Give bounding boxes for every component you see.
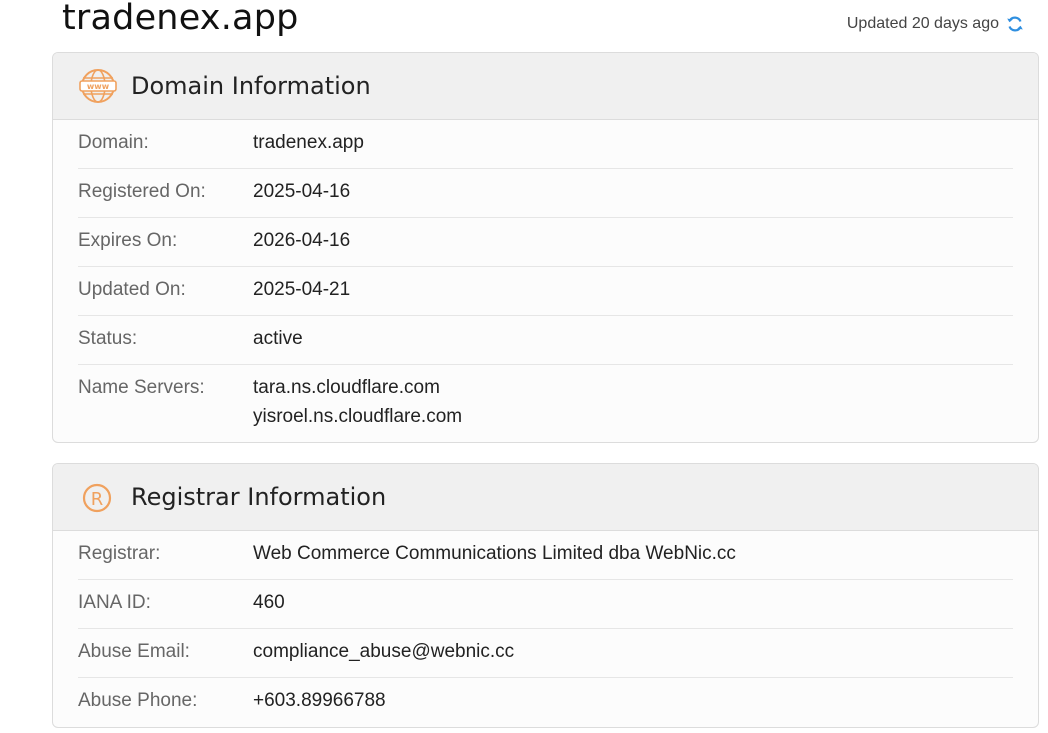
domain-info-row-label: Domain: (78, 132, 149, 153)
domain-info-row-label: Name Servers: (78, 377, 205, 398)
domain-information-header: www Domain Information (53, 53, 1038, 120)
svg-text:www: www (87, 82, 110, 91)
registrar-info-row: IANA ID: 460 (78, 580, 1013, 629)
registrar-info-row: Registrar: Web Commerce Communications Li… (78, 531, 1013, 580)
domain-info-row-label: Status: (78, 328, 138, 349)
domain-info-row: Status: active (78, 316, 1013, 365)
domain-info-row-value-line: 2025-04-16 (253, 181, 351, 202)
registrar-info-row-value: +603.89966788 (253, 686, 386, 715)
domain-info-row-value-line: yisroel.ns.cloudflare.com (253, 406, 463, 427)
domain-info-row-label: Registered On: (78, 181, 206, 202)
svg-text:R: R (91, 489, 104, 510)
domain-info-row: Expires On: 2026-04-16 (78, 218, 1013, 267)
registrar-info-row-label: Registrar: (78, 543, 161, 564)
domain-info-row-value: 2025-04-21 (253, 275, 350, 304)
registrar-info-row-label: Abuse Email: (78, 641, 190, 662)
registrar-info-row-label: Abuse Phone: (78, 690, 198, 711)
registrar-info-row-label: IANA ID: (78, 592, 151, 613)
domain-info-row-value: 2026-04-16 (253, 226, 350, 255)
domain-info-rows: Domain: tradenex.app Registered On: 2025-04… (53, 120, 1038, 442)
registrar-info-row-value-line: 460 (253, 592, 285, 613)
registrar-info-row-value-line: Web Commerce Communications Limited dba … (253, 543, 736, 564)
registrar-info-row-value-line: compliance_abuse@webnic.cc (253, 641, 515, 662)
domain-info-row: Name Servers: tara.ns.cloudflare.com yisro… (78, 365, 1013, 442)
updated-status: Updated 20 days ago (847, 15, 1024, 33)
domain-info-row-value-line: 2025-04-21 (253, 279, 351, 300)
registrar-information-card: R Registrar Information Registrar: Web Co… (52, 463, 1039, 728)
registered-icon: R (79, 478, 117, 516)
registrar-info-row-value: Web Commerce Communications Limited dba … (253, 539, 736, 568)
registrar-info-row-value: 460 (253, 588, 285, 617)
updated-text: Updated 20 days ago (846, 15, 999, 32)
domain-info-row-value-line: 2026-04-16 (253, 230, 351, 251)
domain-info-row-value: tara.ns.cloudflare.com yisroel.ns.cloudfl… (253, 373, 462, 431)
domain-info-row-value: active (253, 324, 303, 353)
domain-info-row: Registered On: 2025-04-16 (78, 169, 1013, 218)
domain-info-row: Updated On: 2025-04-21 (78, 267, 1013, 316)
domain-info-row-value: 2025-04-16 (253, 177, 350, 206)
www-globe-icon: www (79, 67, 117, 105)
registrar-information-header: R Registrar Information (53, 464, 1038, 531)
domain-title: tradenex.app (62, 0, 299, 38)
domain-information-title: Domain Information (131, 72, 371, 100)
registrar-info-row-value-line: +603.89966788 (253, 690, 386, 711)
domain-info-row-value-line: active (253, 328, 303, 349)
registrar-info-row: Abuse Email: compliance_abuse@webnic.cc (78, 629, 1013, 678)
registrar-info-row-value: compliance_abuse@webnic.cc (253, 637, 514, 666)
domain-info-row-value-line: tradenex.app (253, 132, 364, 153)
registrar-info-rows: Registrar: Web Commerce Communications Li… (53, 531, 1038, 727)
domain-info-row-label: Expires On: (78, 230, 178, 251)
domain-info-row-value-line: tara.ns.cloudflare.com (253, 377, 440, 398)
registrar-information-title: Registrar Information (131, 483, 387, 511)
domain-information-card: www Domain Information Domain: tradenex.a… (52, 52, 1039, 443)
domain-info-row: Domain: tradenex.app (78, 120, 1013, 169)
domain-info-row-value: tradenex.app (253, 128, 364, 157)
registrar-info-row: Abuse Phone: +603.89966788 (78, 678, 1013, 727)
domain-info-row-label: Updated On: (78, 279, 186, 300)
refresh-icon[interactable] (1006, 15, 1024, 33)
